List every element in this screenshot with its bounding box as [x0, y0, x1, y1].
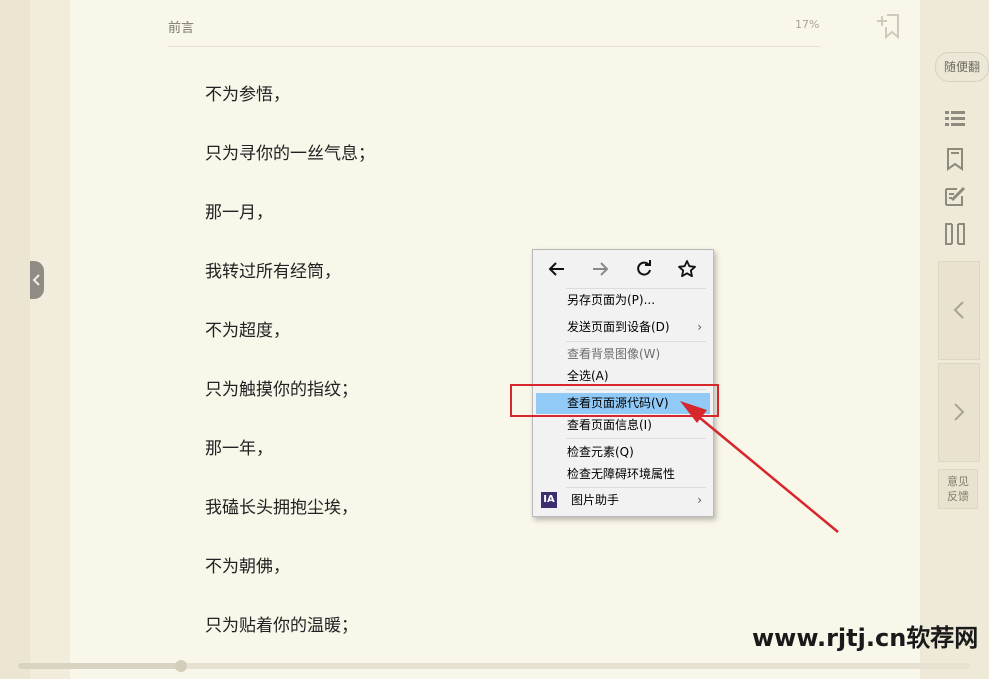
annotation-arrow-icon — [680, 401, 839, 533]
watermark: www.rjtj.cn软荐网 — [752, 624, 979, 652]
